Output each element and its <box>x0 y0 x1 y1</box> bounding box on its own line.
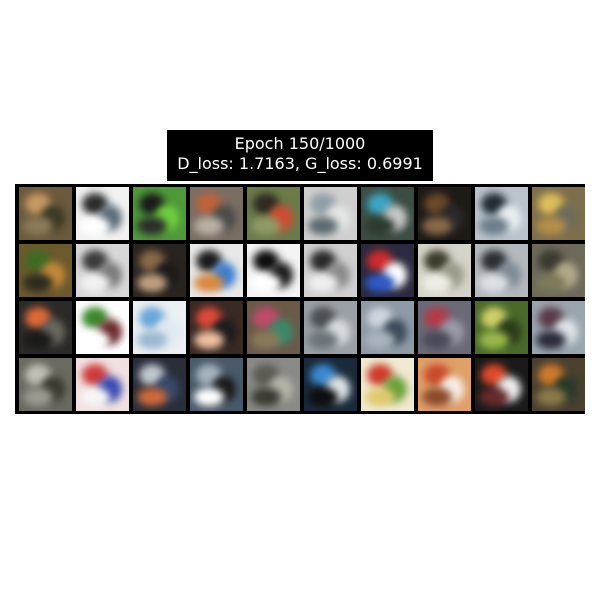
sample-image-blob <box>422 388 452 406</box>
sample-image-tile <box>190 301 243 354</box>
sample-image-blob <box>308 217 338 235</box>
sample-image-tile <box>133 244 186 297</box>
sample-image-tile <box>475 301 528 354</box>
sample-image-blob <box>137 274 167 292</box>
sample-image-tile <box>247 244 300 297</box>
sample-image-blob <box>251 274 281 292</box>
sample-image-blob <box>194 217 224 235</box>
sample-image-tile <box>19 301 72 354</box>
sample-image-blob <box>365 331 395 349</box>
sample-image-blob <box>479 388 509 406</box>
sample-image-tile <box>133 358 186 411</box>
sample-image-tile <box>76 244 129 297</box>
sample-image-blob <box>23 274 53 292</box>
sample-image-tile <box>133 187 186 240</box>
sample-image-blob <box>536 274 566 292</box>
sample-image-blob <box>194 331 224 349</box>
sample-image-tile <box>247 187 300 240</box>
sample-image-tile <box>76 301 129 354</box>
sample-image-blob <box>536 217 566 235</box>
sample-image-tile <box>19 358 72 411</box>
sample-image-tile <box>304 244 357 297</box>
sample-image-blob <box>365 274 395 292</box>
sample-image-blob <box>251 388 281 406</box>
sample-image-tile <box>304 187 357 240</box>
sample-image-tile <box>190 187 243 240</box>
sample-image-blob <box>308 274 338 292</box>
sample-image-tile <box>418 187 471 240</box>
loss-label: D_loss: 1.7163, G_loss: 0.6991 <box>177 154 423 173</box>
sample-image-blob <box>422 331 452 349</box>
sample-image-blob <box>365 217 395 235</box>
sample-image-blob <box>194 388 224 406</box>
epoch-title: Epoch 150/1000 D_loss: 1.7163, G_loss: 0… <box>167 130 433 181</box>
sample-image-tile <box>190 244 243 297</box>
sample-image-blob <box>80 217 110 235</box>
sample-image-blob <box>479 217 509 235</box>
sample-image-blob <box>251 217 281 235</box>
sample-image-blob <box>479 274 509 292</box>
sample-image-tile <box>361 358 414 411</box>
sample-image-blob <box>536 388 566 406</box>
sample-image-blob <box>80 331 110 349</box>
sample-image-tile <box>532 358 585 411</box>
generated-sample-grid <box>15 184 585 414</box>
sample-image-tile <box>304 301 357 354</box>
sample-image-blob <box>23 331 53 349</box>
sample-image-tile <box>475 358 528 411</box>
sample-image-blob <box>137 388 167 406</box>
sample-image-tile <box>361 187 414 240</box>
sample-image-tile <box>532 244 585 297</box>
sample-image-tile <box>532 301 585 354</box>
sample-image-blob <box>536 331 566 349</box>
sample-image-blob <box>23 388 53 406</box>
sample-image-blob <box>194 274 224 292</box>
sample-image-tile <box>247 301 300 354</box>
sample-image-blob <box>422 217 452 235</box>
sample-image-tile <box>133 301 186 354</box>
sample-image-tile <box>475 244 528 297</box>
sample-image-tile <box>418 358 471 411</box>
sample-image-tile <box>247 358 300 411</box>
sample-image-tile <box>532 187 585 240</box>
sample-image-blob <box>23 217 53 235</box>
sample-image-tile <box>19 187 72 240</box>
sample-image-blob <box>308 331 338 349</box>
sample-image-blob <box>308 388 338 406</box>
sample-image-blob <box>137 217 167 235</box>
sample-image-tile <box>76 358 129 411</box>
sample-image-tile <box>418 244 471 297</box>
sample-image-blob <box>251 331 281 349</box>
epoch-label: Epoch 150/1000 <box>234 134 366 153</box>
sample-image-blob <box>422 274 452 292</box>
sample-image-blob <box>80 274 110 292</box>
sample-image-blob <box>137 331 167 349</box>
sample-image-tile <box>190 358 243 411</box>
sample-image-tile <box>304 358 357 411</box>
sample-image-tile <box>418 301 471 354</box>
sample-image-tile <box>76 187 129 240</box>
sample-image-tile <box>361 244 414 297</box>
sample-image-tile <box>475 187 528 240</box>
sample-image-tile <box>19 244 72 297</box>
sample-image-blob <box>479 331 509 349</box>
sample-image-blob <box>365 388 395 406</box>
sample-image-tile <box>361 301 414 354</box>
sample-image-blob <box>80 388 110 406</box>
